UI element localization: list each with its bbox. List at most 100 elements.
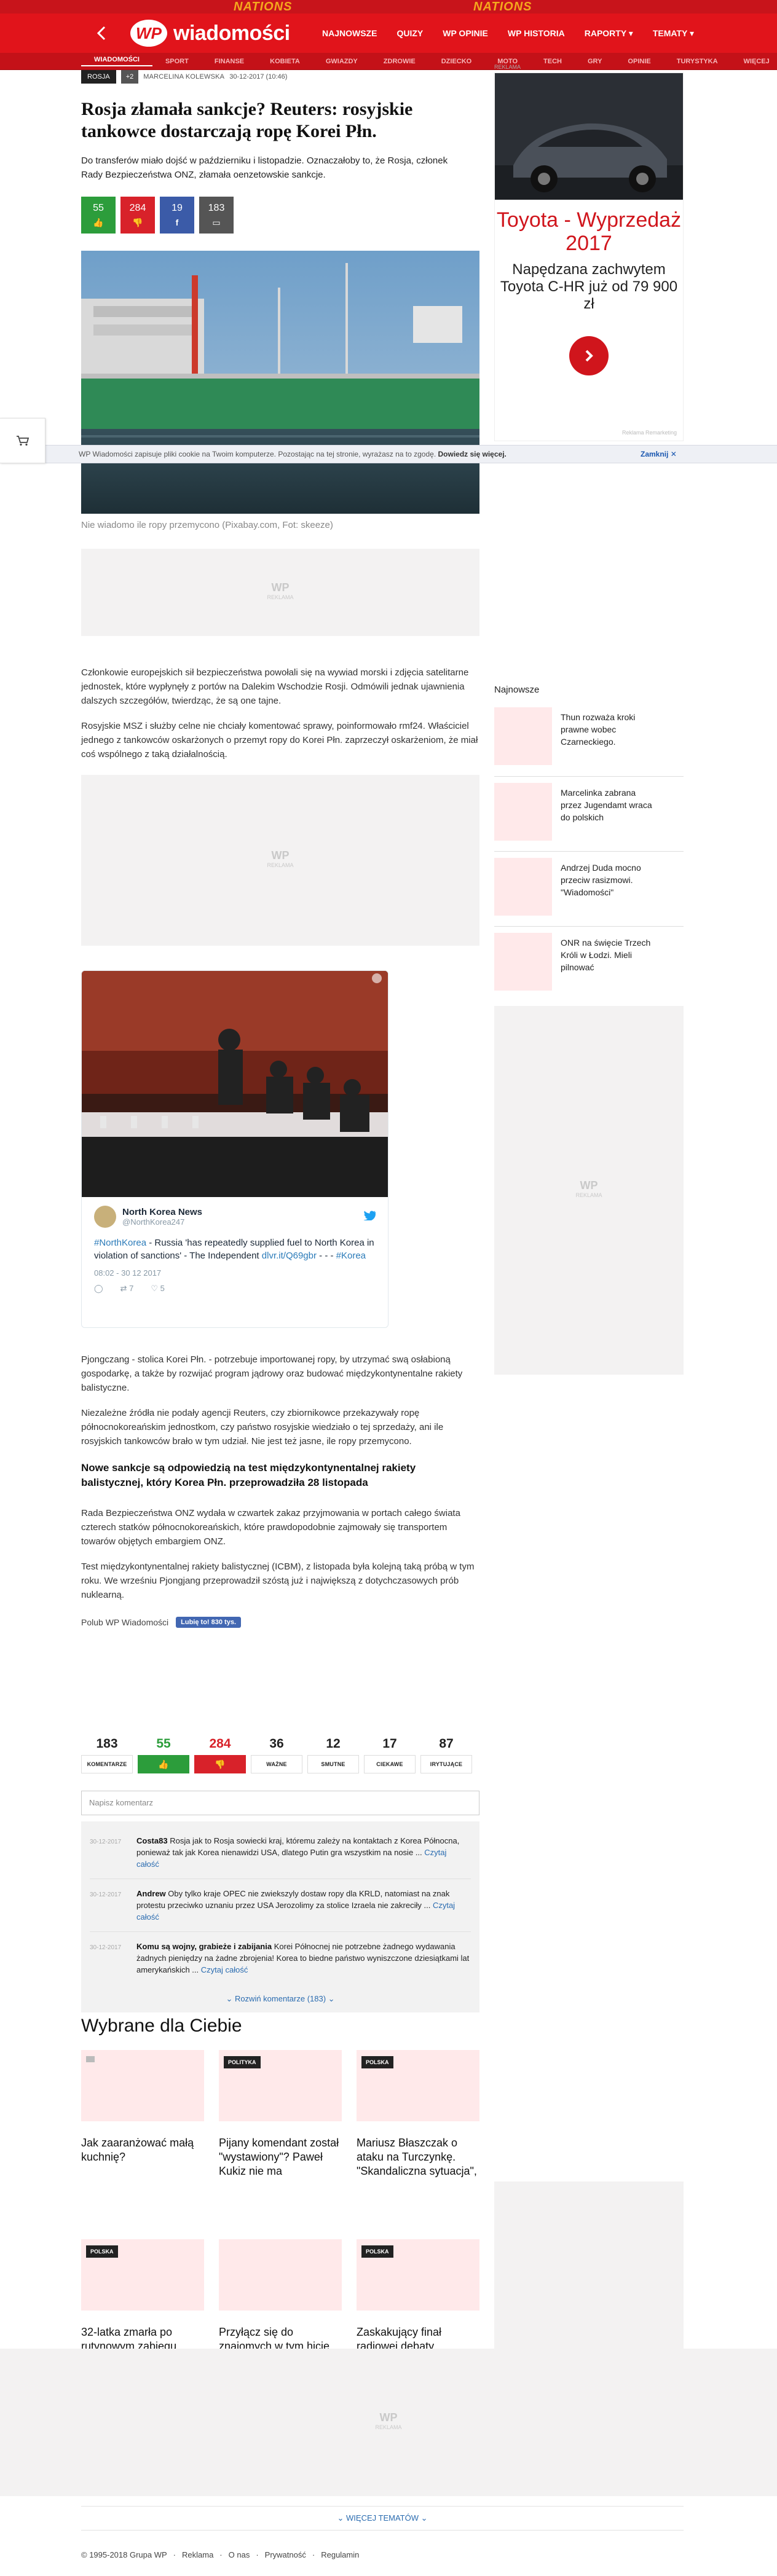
- ad-cta-button[interactable]: [569, 336, 609, 375]
- counter-comments[interactable]: 183 KOMENTARZE: [81, 1737, 133, 1773]
- tweet-actions: ◯ ⇄ 7 ♡ 5: [94, 1284, 376, 1294]
- footer-link-reklama[interactable]: Reklama: [182, 2550, 213, 2559]
- site-logo[interactable]: WP wiadomości: [130, 20, 290, 47]
- nav-item-quizy[interactable]: QUIZY: [387, 28, 433, 38]
- subnav-item-wiecej[interactable]: WIĘCEJ: [731, 58, 777, 65]
- author[interactable]: MARCELINA KOLEWSKA: [143, 73, 224, 80]
- counter-ciekawe[interactable]: 17 CIEKAWE: [364, 1737, 416, 1773]
- recommended-thumbnail[interactable]: POLSKA: [81, 2239, 204, 2311]
- nav-item-raporty[interactable]: RAPORTY ▾: [575, 28, 643, 39]
- footer-link-prywatnosc[interactable]: Prywatność: [265, 2550, 306, 2559]
- more-tags-button[interactable]: +2: [120, 70, 139, 84]
- back-arrow-icon[interactable]: [93, 25, 111, 42]
- sidebar-ad-2[interactable]: WP REKLAMA: [494, 1006, 684, 1375]
- dislike-button[interactable]: 284 👎: [120, 197, 155, 234]
- comment-author[interactable]: Komu są wojny, grabieże i zabijania: [136, 1942, 272, 1951]
- toyota-ad[interactable]: Toyota - Wyprzedaż 2017 Napędzana zachwy…: [494, 73, 684, 441]
- recommended-title[interactable]: Mariusz Błaszczak o ataku na Turczynkę. …: [357, 2136, 479, 2178]
- like-tweet-button[interactable]: ♡ 5: [151, 1284, 165, 1294]
- side-cart-tab[interactable]: [0, 418, 45, 463]
- top-ad-banner[interactable]: NATIONS NATIONS: [0, 0, 777, 14]
- paragraph-2: Rosyjskie MSZ i służby celne nie chciały…: [81, 721, 478, 760]
- embedded-tweet[interactable]: North Korea News @NorthKorea247 #NorthKo…: [81, 970, 388, 1328]
- footer-link-regulamin[interactable]: Regulamin: [321, 2550, 359, 2559]
- latest-news-item[interactable]: Thun rozważa kroki prawne wobec Czarneck…: [494, 701, 684, 770]
- nav-item-tematy[interactable]: TEMATY ▾: [643, 28, 704, 39]
- retweet-button[interactable]: ⇄ 7: [120, 1284, 134, 1294]
- nav-item-wp-historia[interactable]: WP HISTORIA: [498, 28, 575, 38]
- counter-irytujace[interactable]: 87 IRYTUJĄCE: [420, 1737, 472, 1773]
- read-more-link[interactable]: Czytaj całość: [201, 1965, 248, 1974]
- subnav-item-gwiazdy[interactable]: GWIAZDY: [313, 58, 371, 65]
- article-photo[interactable]: [81, 251, 479, 514]
- recommended-thumbnail[interactable]: POLITYKA: [219, 2050, 342, 2121]
- subnav-item-dziecko[interactable]: DZIECKO: [428, 58, 485, 65]
- twitter-bird-icon[interactable]: [363, 1210, 376, 1223]
- recommended-thumbnail[interactable]: [81, 2050, 204, 2121]
- recommended-thumbnail[interactable]: POLSKA: [357, 2050, 479, 2121]
- latest-news-item[interactable]: Marcelinka zabrana przez Jugendamt wraca…: [494, 776, 684, 845]
- comment-input[interactable]: Napisz komentarz: [81, 1791, 479, 1815]
- subnav-item-zdrowie[interactable]: ZDROWIE: [371, 58, 428, 65]
- inline-ad-1[interactable]: WP REKLAMA: [81, 549, 479, 636]
- news-thumbnail[interactable]: [494, 858, 552, 916]
- nav-item-wp-opinie[interactable]: WP OPINIE: [433, 28, 498, 38]
- comment-item: 30-12-2017 Costa83 Rosja jak to Rosja so…: [90, 1826, 471, 1879]
- ad-subtitle: Napędzana zachwytem Toyota C-HR już od 7…: [500, 261, 678, 312]
- recommended-title[interactable]: Jak zaaranżować małą kuchnię?: [81, 2136, 204, 2164]
- recommended-item[interactable]: Jak zaaranżować małą kuchnię?: [81, 2050, 204, 2239]
- news-thumbnail[interactable]: [494, 933, 552, 991]
- reaction-counters: 183 KOMENTARZE 55 👍 284 👎 36 WAŻNE 12 SMUTNE …: [81, 1737, 479, 1773]
- tweet-avatar[interactable]: [94, 1206, 116, 1228]
- fb-like-button[interactable]: Lubię to! 830 tys.: [176, 1617, 241, 1628]
- expand-comments-button[interactable]: ⌄ Rozwiń komentarze (183) ⌄: [81, 1989, 479, 2012]
- news-title[interactable]: ONR na święcie Trzech Króli w Łodzi. Mie…: [561, 933, 653, 995]
- comments-button[interactable]: 183 ▭: [199, 197, 234, 234]
- recommended-item[interactable]: POLSKA Mariusz Błaszczak o ataku na Turc…: [357, 2050, 479, 2239]
- reply-icon[interactable]: ◯: [94, 1284, 103, 1294]
- tweet-date[interactable]: 08:02 - 30 12 2017: [94, 1268, 376, 1278]
- counter-smutne[interactable]: 12 SMUTNE: [307, 1737, 359, 1773]
- tweet-link[interactable]: dlvr.it/Q69gbr: [262, 1251, 317, 1261]
- news-title[interactable]: Andrzej Duda mocno przeciw rasizmowi. "W…: [561, 858, 653, 920]
- latest-news-item[interactable]: Andrzej Duda mocno przeciw rasizmowi. "W…: [494, 851, 684, 920]
- cookie-more-link[interactable]: Dowiedz się więcej.: [438, 450, 507, 458]
- tweet-photo[interactable]: [82, 971, 388, 1197]
- news-title[interactable]: Marcelinka zabrana przez Jugendamt wraca…: [561, 783, 653, 845]
- subnav-item-finanse[interactable]: FINANSE: [202, 58, 257, 65]
- subnav-item-wiadomosci[interactable]: WIADOMOŚCI: [81, 56, 152, 66]
- footer-link-o-nas[interactable]: O nas: [229, 2550, 250, 2559]
- more-topics-button[interactable]: ⌄ WIĘCEJ TEMATÓW ⌄: [81, 2506, 684, 2531]
- facebook-icon: f: [175, 218, 179, 227]
- subnav-item-sport[interactable]: SPORT: [152, 58, 202, 65]
- ad-headline: Toyota - Wyprzedaż 2017: [496, 208, 682, 255]
- like-button[interactable]: 55 👍: [81, 197, 116, 234]
- comment-date: 30-12-2017: [90, 1891, 122, 1898]
- recommended-item[interactable]: POLITYKA Pijany komendant został "wystaw…: [219, 2050, 342, 2239]
- news-title[interactable]: Thun rozważa kroki prawne wobec Czarneck…: [561, 707, 653, 770]
- comment-author[interactable]: Andrew: [136, 1889, 166, 1898]
- thumbs-up-icon: 👍: [138, 1755, 189, 1773]
- comment-author[interactable]: Costa83: [136, 1836, 168, 1845]
- news-thumbnail[interactable]: [494, 783, 552, 841]
- recommended-thumbnail[interactable]: [219, 2239, 342, 2311]
- recommended-title[interactable]: Pijany komendant został "wystawiony"? Pa…: [219, 2136, 342, 2178]
- counter-wazne[interactable]: 36 WAŻNE: [251, 1737, 302, 1773]
- bottom-ad[interactable]: WP REKLAMA: [0, 2349, 777, 2496]
- subnav-item-kobieta[interactable]: KOBIETA: [257, 58, 313, 65]
- tweet-hashtag-northkorea[interactable]: #NorthKorea: [94, 1238, 146, 1248]
- inline-ad-2[interactable]: WP REKLAMA: [81, 775, 479, 946]
- counter-dislike[interactable]: 284 👎: [194, 1737, 246, 1773]
- recommended-thumbnail[interactable]: POLSKA: [357, 2239, 479, 2311]
- news-thumbnail[interactable]: [494, 707, 552, 765]
- counter-like[interactable]: 55 👍: [138, 1737, 189, 1773]
- tweet-author-handle[interactable]: @NorthKorea247: [122, 1217, 202, 1227]
- latest-news-item[interactable]: ONR na święcie Trzech Króli w Łodzi. Mie…: [494, 926, 684, 995]
- counter-value: 55: [156, 1737, 171, 1751]
- facebook-share-button[interactable]: 19 f: [160, 197, 194, 234]
- tweet-author-name[interactable]: North Korea News: [122, 1207, 202, 1217]
- cookie-close-button[interactable]: Zamknij ✕: [641, 446, 677, 463]
- nav-item-najnowsze[interactable]: NAJNOWSZE: [312, 28, 387, 38]
- category-tag[interactable]: ROSJA: [81, 70, 116, 84]
- tweet-hashtag-korea[interactable]: #Korea: [336, 1251, 366, 1261]
